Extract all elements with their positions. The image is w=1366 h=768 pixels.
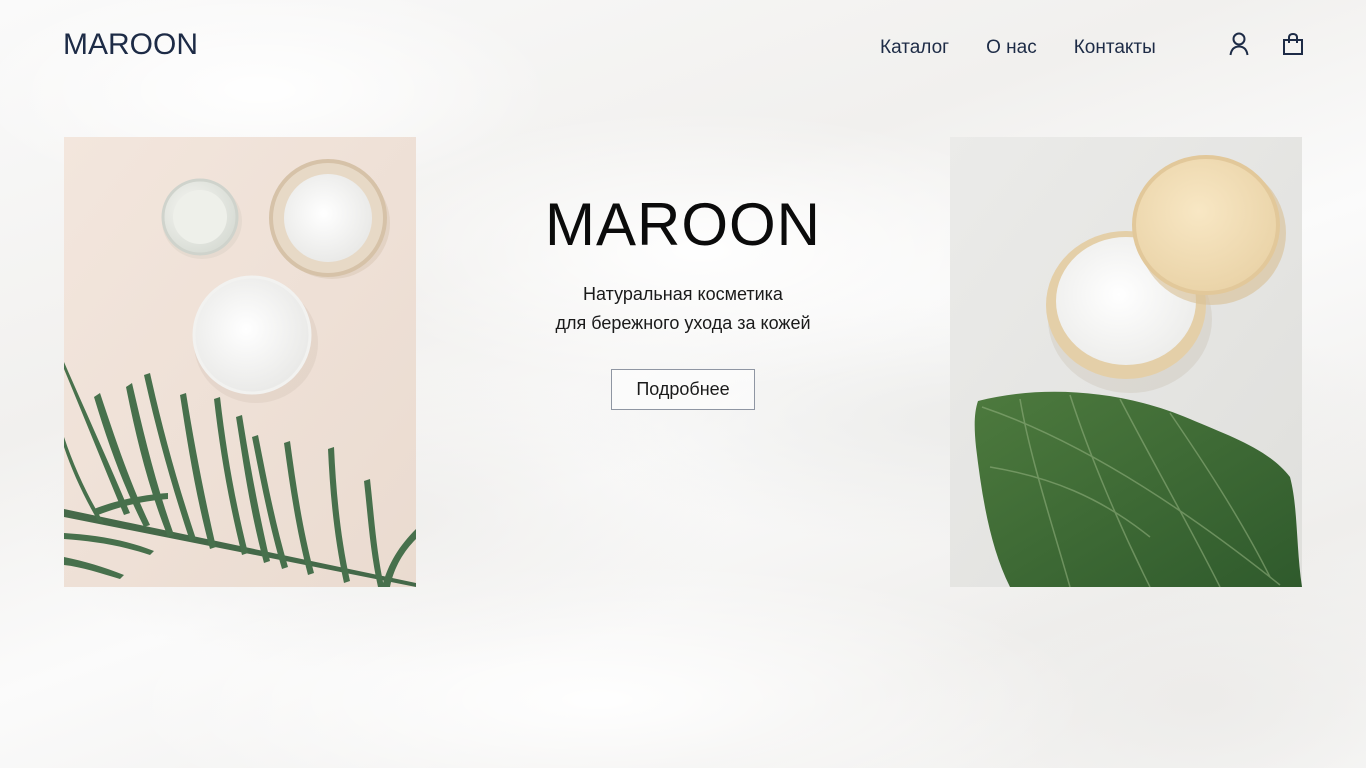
account-button[interactable] — [1227, 31, 1251, 57]
hero-section: MAROON Натуральная косметика для бережно… — [483, 190, 883, 410]
hero-subtitle-line-1: Натуральная косметика — [583, 284, 783, 304]
hero-subtitle: Натуральная косметика для бережного уход… — [483, 280, 883, 338]
hero-title: MAROON — [545, 191, 821, 258]
site-logo[interactable]: MAROON — [63, 28, 198, 62]
nav-link-contacts[interactable]: Контакты — [1074, 36, 1156, 60]
product-photo-jars-fern — [64, 137, 416, 587]
nav-link-catalog[interactable]: Каталог — [880, 36, 949, 60]
user-icon — [1229, 32, 1249, 56]
hero-subtitle-line-2: для бережного ухода за кожей — [555, 313, 811, 333]
cart-button[interactable] — [1281, 31, 1305, 57]
nav-link-about[interactable]: О нас — [986, 36, 1037, 60]
shopping-bag-icon — [1283, 32, 1303, 55]
main-nav: Каталог О нас Контакты — [880, 36, 1156, 60]
learn-more-button[interactable]: Подробнее — [611, 369, 755, 410]
product-photo-jar-leaf — [950, 137, 1302, 587]
